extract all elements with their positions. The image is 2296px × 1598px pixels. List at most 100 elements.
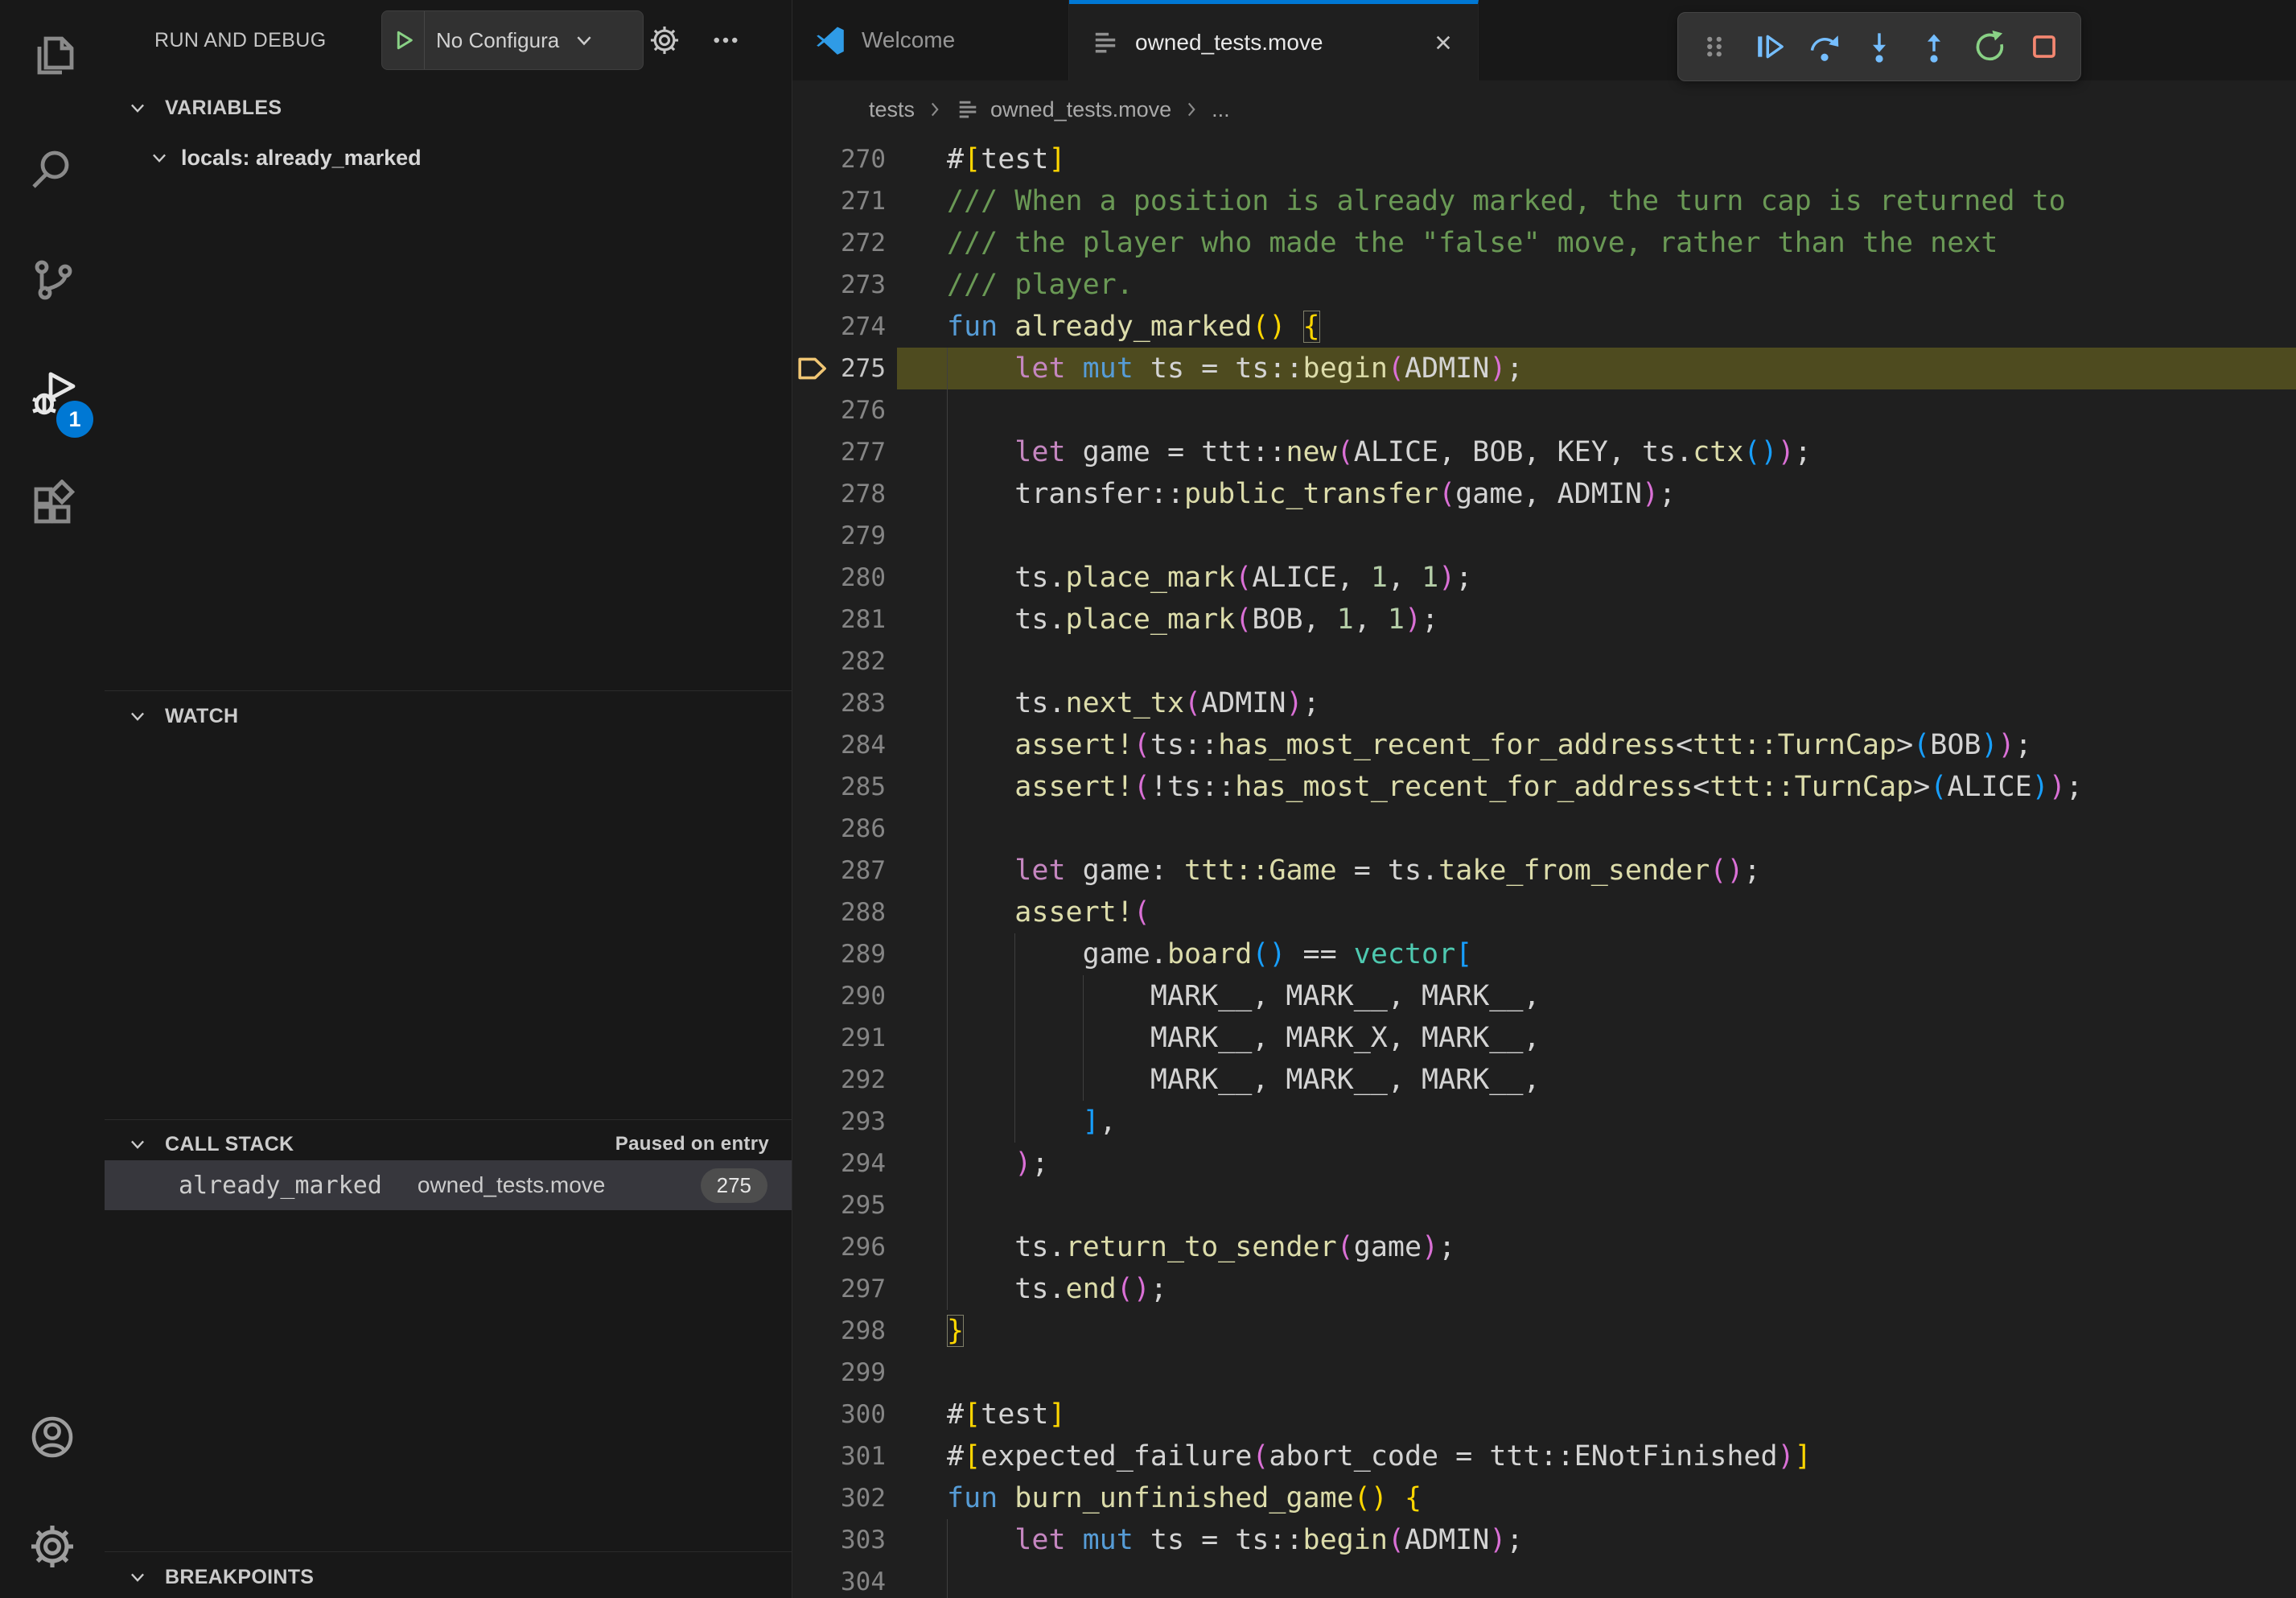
frame-function: already_marked: [179, 1172, 382, 1200]
line-number[interactable]: 292: [792, 1059, 886, 1101]
move-file-icon: [955, 97, 981, 122]
line-number[interactable]: 300: [792, 1394, 886, 1435]
line-number[interactable]: 276: [792, 389, 886, 431]
activity-item-run-and-debug[interactable]: 1: [0, 343, 105, 443]
activity-item-account[interactable]: [0, 1387, 105, 1487]
code-line: 289 game.board() == vector[: [792, 933, 2296, 975]
line-number[interactable]: 281: [792, 599, 886, 640]
vscode-window: 1: [0, 0, 2296, 1598]
section-header-watch[interactable]: WATCH: [105, 694, 792, 739]
line-number[interactable]: 290: [792, 975, 886, 1017]
code-line: 290 MARK__, MARK__, MARK__,: [792, 975, 2296, 1017]
source-control-icon: [27, 254, 78, 306]
line-number[interactable]: 280: [792, 557, 886, 599]
line-number[interactable]: 278: [792, 473, 886, 515]
line-number[interactable]: 270: [792, 138, 886, 180]
line-number[interactable]: 297: [792, 1268, 886, 1310]
restart-button[interactable]: [1966, 19, 2013, 75]
gripper-icon: [1696, 28, 1733, 65]
code-line: 276: [792, 389, 2296, 431]
line-number[interactable]: 296: [792, 1226, 886, 1268]
line-number[interactable]: 286: [792, 808, 886, 850]
line-number[interactable]: 279: [792, 515, 886, 557]
debug-settings-gear-icon[interactable]: [645, 21, 684, 60]
chevron-down-icon: [573, 29, 595, 51]
debug-config-dropdown[interactable]: No Configura: [381, 10, 644, 70]
breadcrumb-item-tests[interactable]: tests: [869, 97, 915, 122]
breadcrumb-item-symbol[interactable]: ...: [1212, 97, 1230, 122]
divider: [424, 11, 425, 69]
continue-button[interactable]: [1746, 19, 1792, 75]
line-number[interactable]: 287: [792, 850, 886, 892]
breadcrumb-item-file[interactable]: owned_tests.move: [990, 97, 1171, 122]
code-line: 296 ts.return_to_sender(game);: [792, 1226, 2296, 1268]
code-area[interactable]: 270#[test]271/// When a position is alre…: [792, 138, 2296, 1598]
activity-item-explorer[interactable]: [0, 6, 105, 106]
stop-button[interactable]: [2021, 19, 2068, 75]
tab-owned-tests[interactable]: owned_tests.move: [1069, 0, 1479, 80]
line-number[interactable]: 294: [792, 1143, 886, 1184]
activity-bar: 1: [0, 0, 105, 1598]
line-number[interactable]: 291: [792, 1017, 886, 1059]
call-stack-frame-row[interactable]: already_marked owned_tests.move 275: [105, 1160, 792, 1210]
line-number[interactable]: 274: [792, 306, 886, 348]
more-actions-icon[interactable]: [706, 21, 745, 60]
chevron-down-icon: [127, 1134, 148, 1155]
step-over-button[interactable]: [1801, 19, 1848, 75]
line-number[interactable]: 293: [792, 1101, 886, 1143]
extensions-icon: [27, 480, 78, 531]
line-number[interactable]: 295: [792, 1184, 886, 1226]
line-number[interactable]: 304: [792, 1561, 886, 1598]
code-line: 274fun already_marked() {: [792, 306, 2296, 348]
chevron-down-icon: [149, 147, 170, 168]
line-number[interactable]: 299: [792, 1352, 886, 1394]
line-number[interactable]: 303: [792, 1519, 886, 1561]
line-number[interactable]: 288: [792, 892, 886, 933]
line-number[interactable]: 302: [792, 1477, 886, 1519]
code-line: 280 ts.place_mark(ALICE, 1, 1);: [792, 557, 2296, 599]
line-number[interactable]: 271: [792, 180, 886, 222]
debug-toolbar: [1677, 12, 2081, 81]
step-out-icon: [1915, 28, 1952, 65]
tab-welcome[interactable]: Welcome: [792, 0, 1069, 80]
activity-item-extensions[interactable]: [0, 455, 105, 555]
code-line: 299: [792, 1352, 2296, 1394]
activity-item-settings[interactable]: [0, 1497, 105, 1596]
activity-item-search[interactable]: [0, 119, 105, 219]
code-line: 291 MARK__, MARK_X, MARK__,: [792, 1017, 2296, 1059]
step-into-button[interactable]: [1856, 19, 1903, 75]
chevron-right-icon: [1181, 99, 1202, 120]
code-line: 294 );: [792, 1143, 2296, 1184]
line-number[interactable]: 273: [792, 264, 886, 306]
code-line: 270#[test]: [792, 138, 2296, 180]
code-line: 302fun burn_unfinished_game() {: [792, 1477, 2296, 1519]
variables-scope-row[interactable]: locals: already_marked: [105, 137, 792, 179]
line-number[interactable]: 289: [792, 933, 886, 975]
line-number[interactable]: 282: [792, 640, 886, 682]
step-out-button[interactable]: [1911, 19, 1957, 75]
stop-icon: [2026, 28, 2063, 65]
code-line: 300#[test]: [792, 1394, 2296, 1435]
section-header-variables[interactable]: VARIABLES: [105, 85, 792, 130]
section-header-breakpoints[interactable]: BREAKPOINTS: [105, 1555, 792, 1598]
line-number[interactable]: 298: [792, 1310, 886, 1352]
code-line: 273/// player.: [792, 264, 2296, 306]
code-line: 277 let game = ttt::new(ALICE, BOB, KEY,…: [792, 431, 2296, 473]
code-line: 303 let mut ts = ts::begin(ADMIN);: [792, 1519, 2296, 1561]
code-line: 288 assert!(: [792, 892, 2296, 933]
section-label: WATCH: [165, 705, 238, 728]
code-line: 293 ],: [792, 1101, 2296, 1143]
divider: [105, 690, 792, 691]
toolbar-drag-handle[interactable]: [1691, 19, 1738, 75]
start-debug-icon[interactable]: [382, 27, 424, 53]
close-icon[interactable]: [1430, 29, 1457, 56]
activity-item-source-control[interactable]: [0, 230, 105, 330]
line-number[interactable]: 277: [792, 431, 886, 473]
config-dropdown-label[interactable]: No Configura: [436, 28, 571, 53]
line-number[interactable]: 272: [792, 222, 886, 264]
line-number[interactable]: 285: [792, 766, 886, 808]
line-number[interactable]: 284: [792, 724, 886, 766]
code-line: 275 let mut ts = ts::begin(ADMIN);: [792, 348, 2296, 389]
line-number[interactable]: 301: [792, 1435, 886, 1477]
line-number[interactable]: 283: [792, 682, 886, 724]
